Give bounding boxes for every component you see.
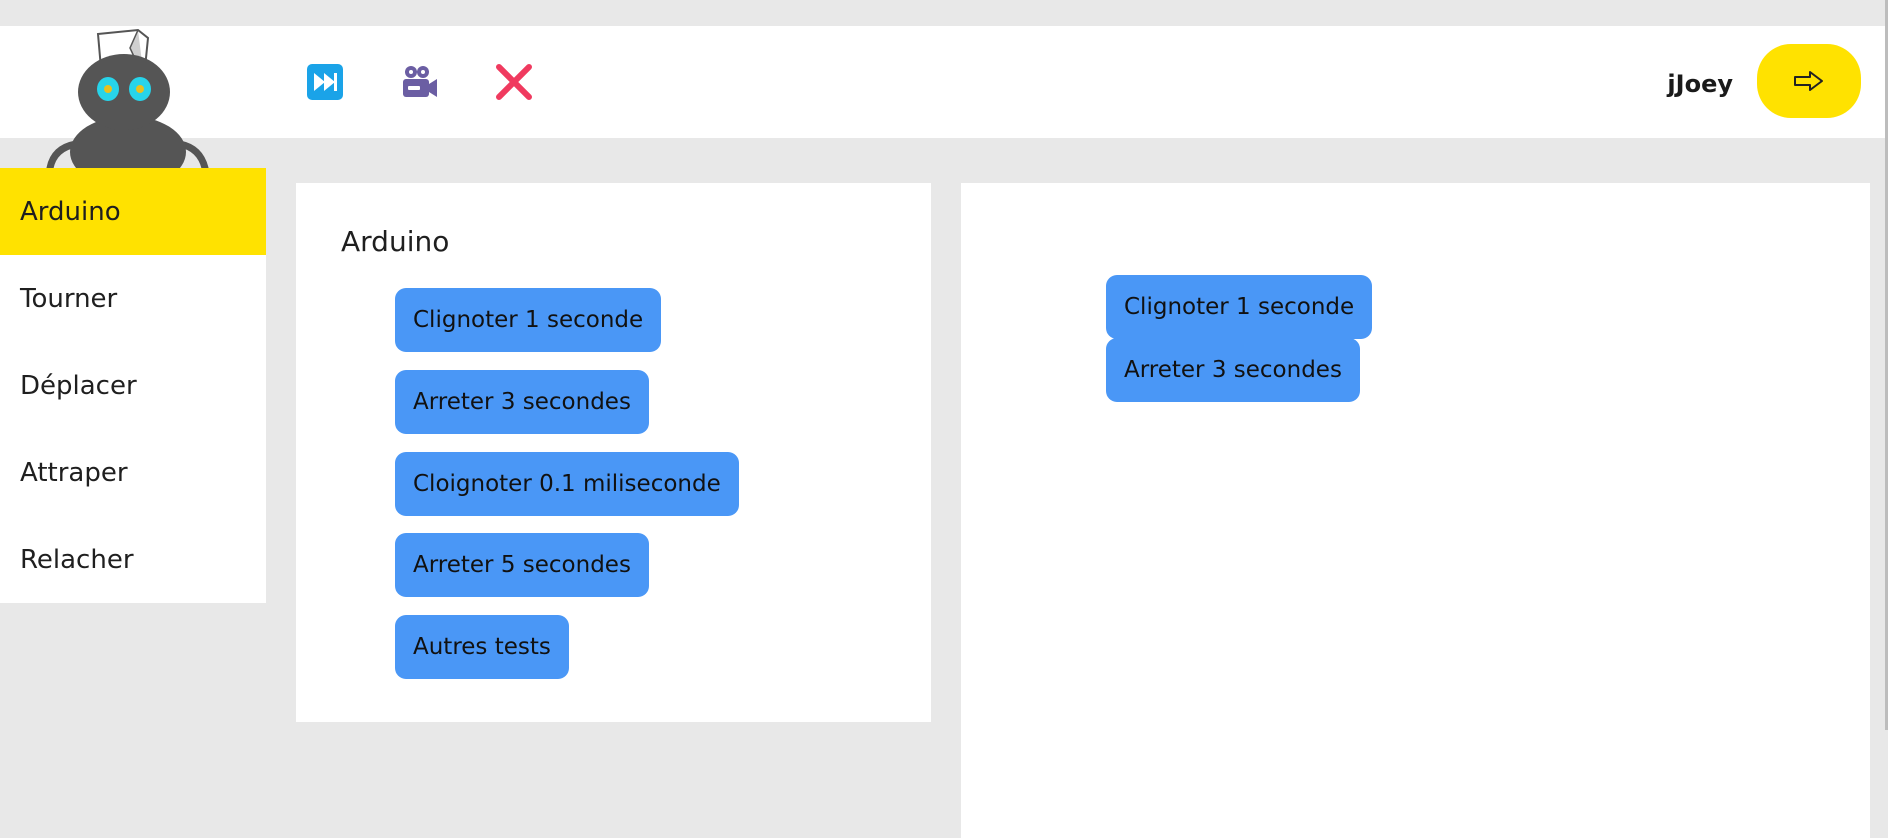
video-camera-icon[interactable] [399,62,439,102]
sidebar-item-label: Déplacer [20,370,137,401]
logout-button[interactable] [1757,44,1861,118]
robot-mascot-logo [46,28,209,170]
palette-title: Arduino [341,225,450,258]
palette-block[interactable]: Arreter 5 secondes [395,533,649,597]
sidebar-item-label: Relacher [20,544,134,575]
close-icon[interactable] [494,62,534,102]
sidebar-item-deplacer[interactable]: Déplacer [0,342,266,429]
workspace-block[interactable]: Clignoter 1 seconde [1106,275,1373,339]
logout-arrow-icon [1794,71,1823,91]
category-sidebar: Arduino Tourner Déplacer Attraper Relach… [0,168,266,603]
sidebar-item-tourner[interactable]: Tourner [0,255,266,342]
palette-block[interactable]: Arreter 3 secondes [395,370,649,434]
sidebar-item-arduino[interactable]: Arduino [0,168,266,255]
top-bar [0,26,1888,138]
palette-block[interactable]: Clignoter 1 seconde [395,288,662,352]
fast-forward-icon[interactable] [305,62,345,102]
sidebar-item-attraper[interactable]: Attraper [0,429,266,516]
palette-block[interactable]: Cloignoter 0.1 miliseconde [395,452,739,516]
sidebar-item-relacher[interactable]: Relacher [0,516,266,603]
workspace-block[interactable]: Arreter 3 secondes [1106,338,1360,402]
sidebar-item-label: Arduino [20,196,121,227]
block-palette: Arduino Clignoter 1 seconde Arreter 3 se… [296,183,931,722]
sidebar-item-label: Tourner [20,283,118,314]
username-label: jJoey [1667,70,1733,98]
program-workspace[interactable]: Clignoter 1 seconde Arreter 3 secondes [961,183,1870,838]
palette-block[interactable]: Autres tests [395,615,569,679]
sidebar-item-label: Attraper [20,457,128,488]
